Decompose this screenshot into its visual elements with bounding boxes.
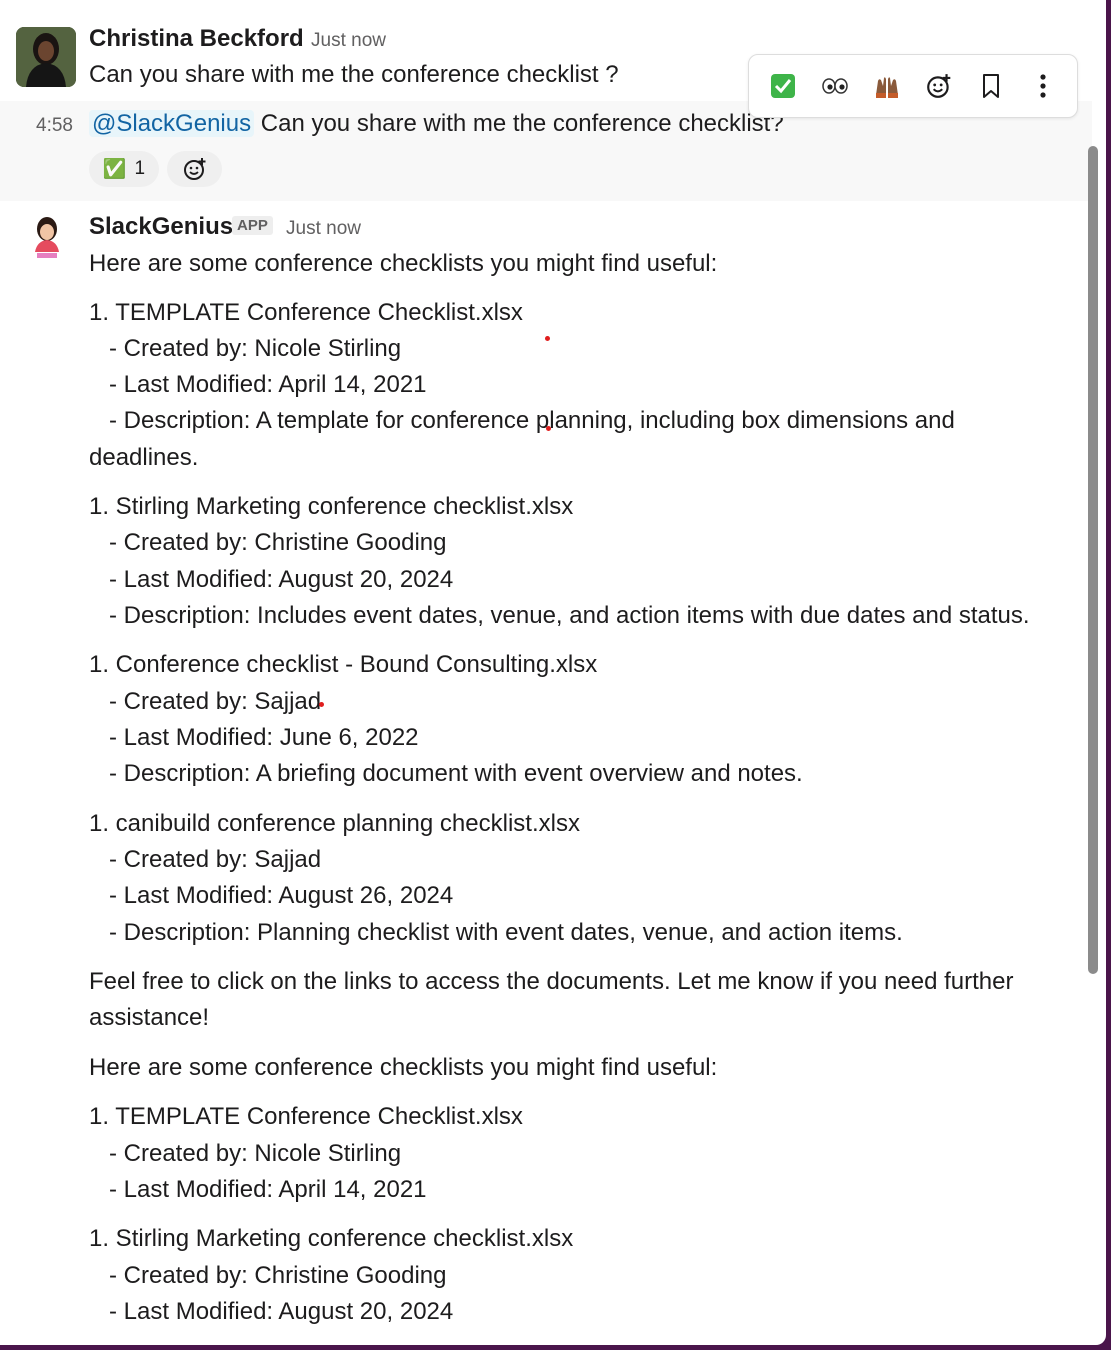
app-badge: APP: [232, 216, 273, 235]
message-line: - Created by: Christine Gooding: [89, 1262, 447, 1289]
sender-name[interactable]: Christina Beckford: [89, 25, 304, 53]
message-line: Here are some conference checklists you …: [89, 250, 718, 277]
eyes-reaction-button[interactable]: [815, 66, 855, 106]
check-emoji-icon: ✅: [102, 159, 127, 180]
message-line: - Created by: Sajjad: [89, 688, 322, 715]
cursor-marker: [319, 702, 324, 707]
add-reaction-toolbar-button[interactable]: [919, 66, 959, 106]
message-timestamp[interactable]: Just now: [286, 218, 361, 240]
message-text-mention: @SlackGenius Can you share with me the c…: [89, 110, 784, 138]
message-line: - Created by: Sajjad: [89, 846, 322, 873]
add-emoji-icon: [927, 74, 951, 98]
add-reaction-button[interactable]: [167, 151, 222, 187]
message-time[interactable]: 4:58: [36, 115, 73, 137]
message-line: - Created by: Christine Gooding: [89, 529, 447, 556]
message-line: - Last Modified: August 20, 2024: [89, 566, 454, 593]
message-text: Can you share with me the conference che…: [89, 61, 619, 88]
message-line: 1. Conference checklist - Bound Consulti…: [89, 651, 598, 678]
check-reaction-button[interactable]: [763, 66, 803, 106]
message-line: 1. Stirling Marketing conference checkli…: [89, 493, 574, 520]
message-line: - Description: Planning checklist with e…: [89, 919, 903, 946]
message-line: - Last Modified: April 14, 2021: [89, 1176, 427, 1203]
avatar-christina[interactable]: [16, 27, 76, 87]
message-timestamp[interactable]: Just now: [311, 30, 386, 52]
reaction-check[interactable]: ✅ 1: [89, 151, 159, 187]
message-line: - Last Modified: April 14, 2021: [89, 371, 427, 398]
message-text: Can you share with me the conference che…: [254, 110, 784, 137]
cursor-marker: [545, 336, 550, 341]
message-pane: Christina Beckford Just now Can you shar…: [0, 0, 1106, 1345]
message-line: - Description: A briefing document with …: [89, 760, 803, 787]
message-line: deadlines.: [89, 444, 199, 471]
message-line: 1. TEMPLATE Conference Checklist.xlsx: [89, 1103, 523, 1130]
message-line: Here are some conference checklists you …: [89, 1054, 718, 1081]
add-emoji-icon: [183, 158, 205, 180]
raised-hands-icon: [876, 77, 898, 98]
save-for-later-button[interactable]: [971, 66, 1011, 106]
message-line: 1. canibuild conference planning checkli…: [89, 810, 580, 837]
sender-name[interactable]: SlackGenius: [89, 213, 233, 241]
message-line: assistance!: [89, 1004, 210, 1031]
check-icon: [771, 74, 795, 98]
avatar-photo-icon: [16, 27, 76, 87]
message-line: - Description: A template for conference…: [89, 407, 955, 434]
message-actions-toolbar: [748, 54, 1078, 118]
message-line: - Last Modified: August 26, 2024: [89, 882, 454, 909]
message-line: 1. Stirling Marketing conference checkli…: [89, 1225, 574, 1252]
bookmark-icon: [983, 74, 999, 98]
raised-hands-reaction-button[interactable]: [867, 66, 907, 106]
eyes-icon: [822, 78, 848, 94]
cursor-marker: [546, 426, 551, 431]
message-line: - Last Modified: June 6, 2022: [89, 724, 419, 751]
message-line: - Created by: Nicole Stirling: [89, 335, 402, 362]
vertical-scrollbar[interactable]: [1088, 146, 1098, 974]
message-line: - Created by: Nicole Stirling: [89, 1140, 402, 1167]
message-line: - Description: Includes event dates, ven…: [89, 602, 1030, 629]
more-actions-button[interactable]: [1023, 66, 1063, 106]
message-line: - Last Modified: August 20, 2024: [89, 1298, 454, 1325]
vertical-ellipsis-icon: [1040, 74, 1046, 98]
mention-slackgenius[interactable]: @SlackGenius: [89, 110, 255, 137]
message-line: 1. TEMPLATE Conference Checklist.xlsx: [89, 299, 523, 326]
message-line: Feel free to click on the links to acces…: [89, 968, 1014, 995]
slackgenius-avatar-icon: [35, 217, 59, 258]
avatar-slackgenius[interactable]: [22, 212, 72, 262]
reaction-count: 1: [134, 158, 146, 179]
